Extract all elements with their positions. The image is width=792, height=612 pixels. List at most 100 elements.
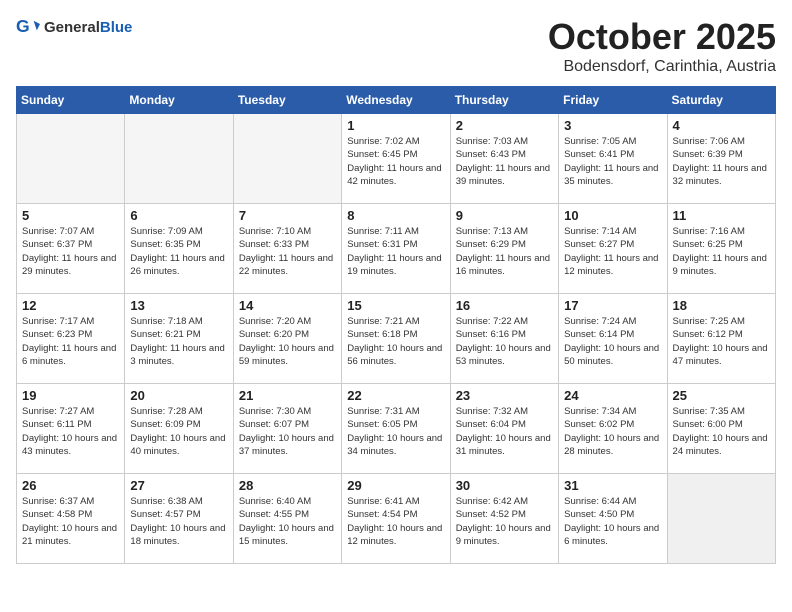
day-info: Sunrise: 7:22 AMSunset: 6:16 PMDaylight:… [456,315,553,368]
day-info: Sunrise: 7:06 AMSunset: 6:39 PMDaylight:… [673,135,770,188]
svg-text:G: G [16,16,30,36]
day-info: Sunrise: 6:37 AMSunset: 4:58 PMDaylight:… [22,495,119,548]
weekday-header-row: SundayMondayTuesdayWednesdayThursdayFrid… [17,87,776,114]
day-number: 22 [347,388,444,403]
day-info: Sunrise: 7:09 AMSunset: 6:35 PMDaylight:… [130,225,227,278]
calendar-day-cell: 9 Sunrise: 7:13 AMSunset: 6:29 PMDaylight… [450,204,558,294]
calendar-week-row: 1 Sunrise: 7:02 AMSunset: 6:45 PMDaylight… [17,114,776,204]
day-number: 21 [239,388,336,403]
day-info: Sunrise: 7:02 AMSunset: 6:45 PMDaylight:… [347,135,444,188]
day-info: Sunrise: 7:27 AMSunset: 6:11 PMDaylight:… [22,405,119,458]
day-number: 30 [456,478,553,493]
weekday-header-tuesday: Tuesday [233,87,341,114]
day-number: 2 [456,118,553,133]
page-header: G GeneralBlue October 2025 Bodensdorf, C… [16,16,776,76]
day-info: Sunrise: 6:40 AMSunset: 4:55 PMDaylight:… [239,495,336,548]
day-info: Sunrise: 7:21 AMSunset: 6:18 PMDaylight:… [347,315,444,368]
day-info: Sunrise: 7:03 AMSunset: 6:43 PMDaylight:… [456,135,553,188]
day-number: 26 [22,478,119,493]
calendar-day-cell: 6 Sunrise: 7:09 AMSunset: 6:35 PMDaylight… [125,204,233,294]
day-info: Sunrise: 7:13 AMSunset: 6:29 PMDaylight:… [456,225,553,278]
day-number: 23 [456,388,553,403]
day-number: 25 [673,388,770,403]
day-info: Sunrise: 6:38 AMSunset: 4:57 PMDaylight:… [130,495,227,548]
calendar-day-cell: 17Sunrise: 7:24 AMSunset: 6:14 PMDayligh… [559,294,667,384]
calendar-day-cell: 11 Sunrise: 7:16 AMSunset: 6:25 PMDayligh… [667,204,775,294]
calendar-day-cell: 21 Sunrise: 7:30 AMSunset: 6:07 PMDayligh… [233,384,341,474]
day-number: 27 [130,478,227,493]
weekday-header-friday: Friday [559,87,667,114]
day-number: 14 [239,298,336,313]
day-info: Sunrise: 7:16 AMSunset: 6:25 PMDaylight:… [673,225,770,278]
weekday-header-saturday: Saturday [667,87,775,114]
calendar-week-row: 5 Sunrise: 7:07 AMSunset: 6:37 PMDaylight… [17,204,776,294]
calendar-day-cell: 24Sunrise: 7:34 AMSunset: 6:02 PMDayligh… [559,384,667,474]
title-area: October 2025 Bodensdorf, Carinthia, Aust… [548,16,776,76]
day-number: 7 [239,208,336,223]
calendar-day-cell: 31Sunrise: 6:44 AMSunset: 4:50 PMDayligh… [559,474,667,564]
calendar-day-cell: 2 Sunrise: 7:03 AMSunset: 6:43 PMDaylight… [450,114,558,204]
day-number: 15 [347,298,444,313]
day-number: 11 [673,208,770,223]
day-info: Sunrise: 7:18 AMSunset: 6:21 PMDaylight:… [130,315,227,368]
calendar-day-cell: 14 Sunrise: 7:20 AMSunset: 6:20 PMDayligh… [233,294,341,384]
calendar-day-cell [17,114,125,204]
day-number: 20 [130,388,227,403]
day-number: 9 [456,208,553,223]
day-number: 29 [347,478,444,493]
day-number: 17 [564,298,661,313]
day-info: Sunrise: 7:17 AMSunset: 6:23 PMDaylight:… [22,315,119,368]
calendar-day-cell: 28 Sunrise: 6:40 AMSunset: 4:55 PMDayligh… [233,474,341,564]
logo-blue-text: Blue [100,19,133,36]
day-number: 19 [22,388,119,403]
calendar-day-cell: 8Sunrise: 7:11 AMSunset: 6:31 PMDaylight… [342,204,450,294]
day-number: 18 [673,298,770,313]
day-number: 16 [456,298,553,313]
calendar-week-row: 26 Sunrise: 6:37 AMSunset: 4:58 PMDayligh… [17,474,776,564]
calendar-day-cell: 23 Sunrise: 7:32 AMSunset: 6:04 PMDayligh… [450,384,558,474]
calendar-day-cell [667,474,775,564]
day-info: Sunrise: 7:28 AMSunset: 6:09 PMDaylight:… [130,405,227,458]
calendar-day-cell: 10Sunrise: 7:14 AMSunset: 6:27 PMDayligh… [559,204,667,294]
calendar-day-cell: 5 Sunrise: 7:07 AMSunset: 6:37 PMDaylight… [17,204,125,294]
day-number: 13 [130,298,227,313]
calendar-day-cell [125,114,233,204]
weekday-header-thursday: Thursday [450,87,558,114]
day-info: Sunrise: 7:30 AMSunset: 6:07 PMDaylight:… [239,405,336,458]
logo: G GeneralBlue [16,16,132,40]
day-number: 6 [130,208,227,223]
day-info: Sunrise: 7:25 AMSunset: 6:12 PMDaylight:… [673,315,770,368]
day-number: 24 [564,388,661,403]
day-number: 4 [673,118,770,133]
day-info: Sunrise: 7:32 AMSunset: 6:04 PMDaylight:… [456,405,553,458]
day-number: 1 [347,118,444,133]
calendar-day-cell: 22 Sunrise: 7:31 AMSunset: 6:05 PMDayligh… [342,384,450,474]
day-info: Sunrise: 7:07 AMSunset: 6:37 PMDaylight:… [22,225,119,278]
day-number: 12 [22,298,119,313]
calendar-day-cell: 18 Sunrise: 7:25 AMSunset: 6:12 PMDayligh… [667,294,775,384]
calendar-day-cell: 19 Sunrise: 7:27 AMSunset: 6:11 PMDayligh… [17,384,125,474]
day-info: Sunrise: 7:20 AMSunset: 6:20 PMDaylight:… [239,315,336,368]
calendar-day-cell: 16 Sunrise: 7:22 AMSunset: 6:16 PMDayligh… [450,294,558,384]
calendar-day-cell: 27 Sunrise: 6:38 AMSunset: 4:57 PMDayligh… [125,474,233,564]
calendar-week-row: 12 Sunrise: 7:17 AMSunset: 6:23 PMDayligh… [17,294,776,384]
day-number: 5 [22,208,119,223]
weekday-header-monday: Monday [125,87,233,114]
calendar-week-row: 19 Sunrise: 7:27 AMSunset: 6:11 PMDayligh… [17,384,776,474]
day-info: Sunrise: 7:05 AMSunset: 6:41 PMDaylight:… [564,135,661,188]
day-info: Sunrise: 6:41 AMSunset: 4:54 PMDaylight:… [347,495,444,548]
day-info: Sunrise: 7:31 AMSunset: 6:05 PMDaylight:… [347,405,444,458]
location-title: Bodensdorf, Carinthia, Austria [548,58,776,76]
day-info: Sunrise: 6:44 AMSunset: 4:50 PMDaylight:… [564,495,661,548]
weekday-header-sunday: Sunday [17,87,125,114]
calendar-day-cell: 12 Sunrise: 7:17 AMSunset: 6:23 PMDayligh… [17,294,125,384]
logo-icon: G [16,16,40,40]
day-number: 28 [239,478,336,493]
calendar-day-cell: 30 Sunrise: 6:42 AMSunset: 4:52 PMDayligh… [450,474,558,564]
calendar-day-cell: 1 Sunrise: 7:02 AMSunset: 6:45 PMDaylight… [342,114,450,204]
day-info: Sunrise: 7:14 AMSunset: 6:27 PMDaylight:… [564,225,661,278]
calendar-day-cell: 29 Sunrise: 6:41 AMSunset: 4:54 PMDayligh… [342,474,450,564]
day-info: Sunrise: 6:42 AMSunset: 4:52 PMDaylight:… [456,495,553,548]
calendar-day-cell: 20 Sunrise: 7:28 AMSunset: 6:09 PMDayligh… [125,384,233,474]
logo-general-text: General [44,19,100,36]
